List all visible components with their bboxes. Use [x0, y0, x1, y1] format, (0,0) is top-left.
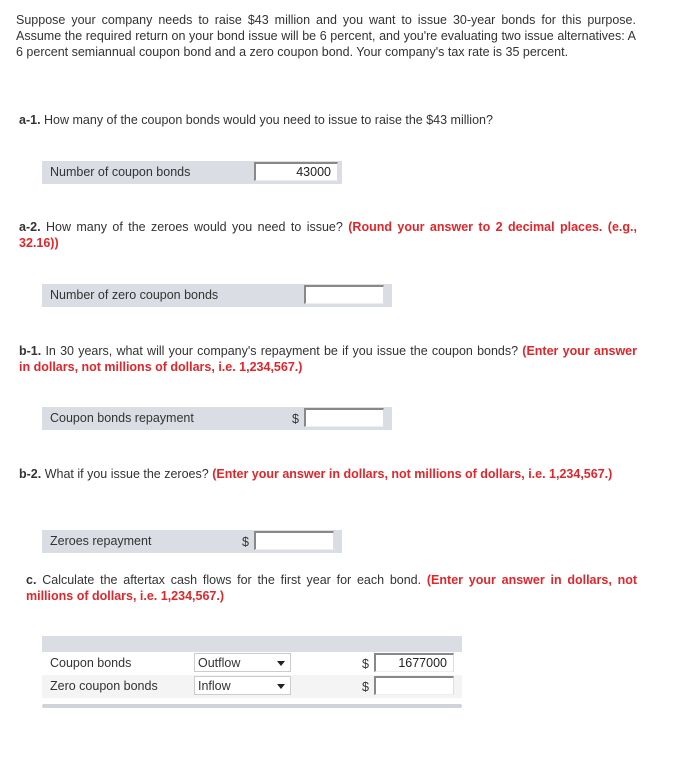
zero-count-row: Number of zero coupon bonds	[42, 284, 392, 307]
question-text: How many of the coupon bonds would you n…	[44, 113, 493, 127]
question-label: c.	[26, 573, 37, 587]
row-label: Zero coupon bonds	[50, 679, 158, 693]
direction-select[interactable]: Inflow	[194, 676, 291, 695]
question-text: How many of the zeroes would you need to…	[45, 220, 343, 234]
dropdown-arrow-icon	[277, 661, 285, 666]
question-label: b-2.	[19, 467, 42, 481]
dropdown-arrow-icon	[277, 684, 285, 689]
coupon-count-row: Number of coupon bonds	[42, 161, 342, 184]
coupon-count-input[interactable]	[254, 162, 338, 181]
selected-value: Outflow	[198, 656, 241, 670]
coupon-repayment-input[interactable]	[304, 408, 384, 427]
selected-value: Inflow	[198, 679, 231, 693]
question-a2: a-2. How many of the zeroes would you ne…	[19, 219, 637, 251]
zeroes-repayment-input[interactable]	[254, 531, 334, 550]
problem-intro: Suppose your company needs to raise $43 …	[16, 13, 636, 59]
currency-symbol: $	[362, 657, 369, 671]
question-b2: b-2. What if you issue the zeroes? (Ente…	[19, 466, 637, 482]
table-header	[42, 636, 462, 652]
cashflow-input[interactable]	[374, 653, 454, 672]
field-label: Number of zero coupon bonds	[50, 288, 219, 302]
question-text: Calculate the aftertax cash flows for th…	[42, 573, 422, 587]
zeroes-repayment-row: Zeroes repayment $	[42, 530, 342, 553]
row-label: Coupon bonds	[50, 656, 132, 670]
currency-symbol: $	[242, 535, 249, 549]
coupon-repayment-row: Coupon bonds repayment $	[42, 407, 392, 430]
table-row: Zero coupon bonds Inflow $	[42, 675, 462, 698]
table-row: Coupon bonds Outflow $	[42, 652, 462, 675]
question-text: In 30 years, what will your company's re…	[45, 344, 519, 358]
field-label: Coupon bonds repayment	[50, 411, 194, 425]
question-label: b-1.	[19, 344, 42, 358]
table-footer-divider	[42, 704, 462, 708]
currency-symbol: $	[292, 412, 299, 426]
zero-count-input[interactable]	[304, 285, 384, 304]
question-b1: b-1. In 30 years, what will your company…	[19, 343, 637, 375]
field-label: Number of coupon bonds	[50, 165, 191, 179]
question-hint: (Enter your answer in dollars, not milli…	[212, 467, 613, 481]
question-text: What if you issue the zeroes?	[44, 467, 209, 481]
field-label: Zeroes repayment	[50, 534, 152, 548]
direction-select[interactable]: Outflow	[194, 653, 291, 672]
question-label: a-2.	[19, 220, 41, 234]
currency-symbol: $	[362, 680, 369, 694]
question-c: c. Calculate the aftertax cash flows for…	[26, 572, 637, 604]
question-a1: a-1. How many of the coupon bonds would …	[19, 112, 637, 128]
cashflow-table: Coupon bonds Outflow $ Zero coupon bonds…	[42, 636, 462, 708]
cashflow-input[interactable]	[374, 676, 454, 695]
question-label: a-1.	[19, 113, 41, 127]
